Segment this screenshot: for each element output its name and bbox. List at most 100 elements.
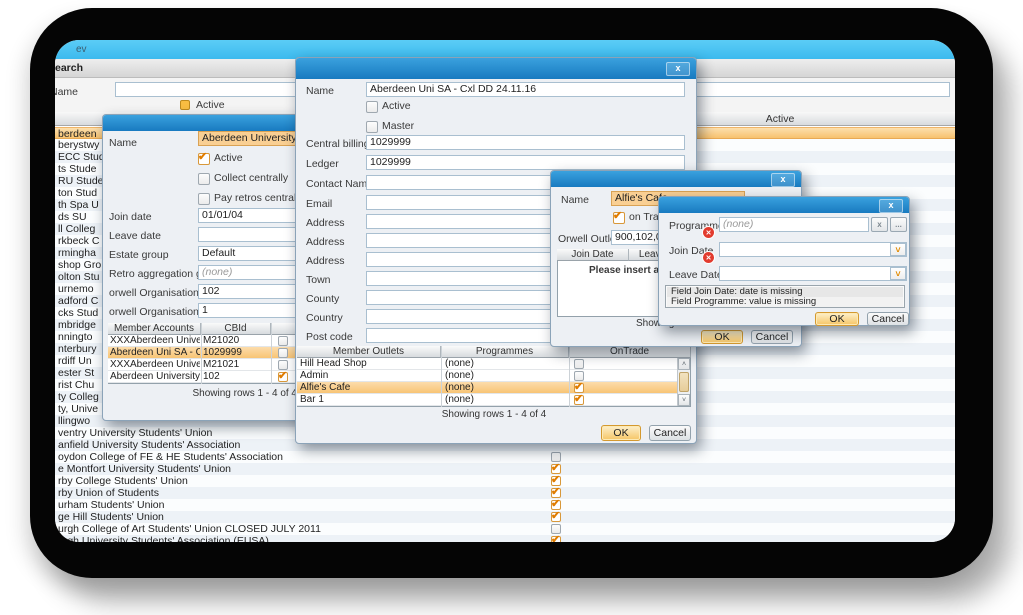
outlet-row[interactable]: Hill Head Shop(none) (297, 358, 677, 370)
column-header[interactable]: Member Accounts (108, 323, 201, 335)
scroll-down-icon[interactable]: ˅ (678, 394, 690, 406)
org-name-cell: ts Stude (58, 163, 97, 175)
org-name-cell: urham Students' Union (58, 499, 164, 511)
org-name-cell: shop Gro (58, 259, 101, 271)
cbid-cell: 1029999 (203, 347, 269, 359)
account-name-input[interactable]: Aberdeen Uni SA - Cxl DD 24.11.16 (366, 82, 685, 97)
master-checkbox[interactable] (278, 336, 288, 346)
programme-titlebar[interactable]: x (659, 197, 909, 213)
org-table-row[interactable]: ge Hill Students' Union (55, 511, 955, 523)
org-table-row[interactable]: urham Students' Union (55, 499, 955, 511)
org-name-cell: nterbury (58, 343, 97, 355)
error-icon: ✕ (703, 252, 714, 263)
leave-date-combo[interactable] (719, 266, 907, 281)
outlet-row[interactable]: Admin(none) (297, 370, 677, 382)
search-active-checkbox[interactable] (180, 100, 190, 110)
central-billing-id-input[interactable]: 1029999 (366, 135, 685, 150)
org-active-checkbox[interactable] (551, 536, 561, 542)
column-divider (271, 323, 272, 384)
orwell-org-id-label: orwell Organisation Id (109, 287, 211, 299)
name-label: Name (561, 194, 589, 206)
cbid-cell: M21020 (203, 335, 269, 347)
outlet-row[interactable]: Alfie's Cafe(none) (297, 382, 677, 394)
org-table-row[interactable]: urgh College of Art Students' Union CLOS… (55, 523, 955, 535)
org-name-cell: olton Stu (58, 271, 99, 283)
org-name-cell: ll Colleg (58, 223, 95, 235)
master-checkbox[interactable] (278, 372, 288, 382)
field-label: Address (306, 236, 345, 248)
ontrade-checkbox[interactable] (574, 359, 584, 369)
org-name-cell: rby Union of Students (58, 487, 159, 499)
cancel-button[interactable]: Cancel (751, 330, 793, 344)
org-name-cell: ester St (58, 367, 94, 379)
org-name-cell: RU Stude (58, 175, 104, 187)
column-header[interactable]: Member Outlets (297, 346, 441, 358)
join-date-column-header[interactable]: Join Date (557, 249, 629, 261)
browse-ellipsis-icon[interactable]: ... (890, 217, 907, 232)
join-date-combo[interactable] (719, 242, 907, 257)
account-name-cell: Aberdeen University Stude.. (110, 371, 200, 383)
column-header[interactable]: CBId (201, 323, 271, 335)
pay-retros-checkbox[interactable] (198, 193, 210, 205)
org-table-row[interactable]: e Montfort University Students' Union (55, 463, 955, 475)
on-trade-checkbox[interactable] (613, 212, 625, 224)
close-icon[interactable]: x (771, 173, 795, 187)
field-label: Ledger (306, 158, 339, 170)
orwell-outlet-label: Orwell Outlet (558, 233, 619, 245)
tab-label-fragment[interactable]: ev (76, 44, 87, 55)
master-checkbox-label: Master (382, 120, 414, 132)
org-name-cell: urgh College of Art Students' Union CLOS… (58, 523, 321, 535)
ok-button[interactable]: OK (701, 330, 743, 344)
column-header[interactable]: OnTrade (569, 346, 691, 358)
org-name-cell: ty, Unive (58, 403, 98, 415)
close-icon[interactable]: x (879, 199, 903, 213)
org-name-cell: th Spa U (58, 199, 99, 211)
chevron-down-icon[interactable]: ˅ (890, 267, 906, 280)
ok-button[interactable]: OK (601, 425, 641, 441)
error-icon: ✕ (703, 227, 714, 238)
leave-date-label: Leave date (109, 230, 161, 242)
org-table-row[interactable]: rby Union of Students (55, 487, 955, 499)
scroll-up-icon[interactable]: ˄ (678, 358, 690, 370)
rows-count-footer: Showing rows 1 - 4 of 4 (108, 388, 297, 399)
ontrade-checkbox[interactable] (574, 395, 584, 405)
programme-input[interactable]: (none) (719, 217, 869, 232)
org-name-cell: rkbeck C (58, 235, 99, 247)
org-active-checkbox[interactable] (551, 512, 561, 522)
active-checkbox[interactable] (366, 101, 378, 113)
device-frame: ev Search Name Active Active berdeenbery… (30, 8, 993, 578)
org-name-cell: cks Stud (58, 307, 98, 319)
clear-icon[interactable]: x (871, 217, 888, 232)
programmes-cell: (none) (445, 358, 565, 370)
member-account-titlebar[interactable]: x (296, 58, 696, 79)
org-table-row[interactable]: oydon College of FE & HE Students' Assoc… (55, 451, 955, 463)
table-scrollbar[interactable]: ˄ ˅ (677, 358, 690, 406)
org-name-cell: ge Hill Students' Union (58, 511, 164, 523)
rows-count-footer: Showing rows 1 - 4 of 4 (297, 409, 691, 420)
outlet-titlebar[interactable]: x (551, 171, 801, 187)
ok-button[interactable]: OK (815, 312, 859, 326)
ledger-input[interactable]: 1029999 (366, 155, 685, 170)
column-header[interactable]: Programmes (441, 346, 569, 358)
scrollbar-thumb[interactable] (679, 372, 689, 392)
estate-group-label: Estate group (109, 249, 169, 261)
outlet-name-cell: Admin (300, 370, 438, 382)
cancel-button[interactable]: Cancel (649, 425, 691, 441)
org-name-cell: oydon College of FE & HE Students' Assoc… (58, 451, 283, 463)
org-name-cell: urgh University Students' Association (E… (58, 535, 269, 542)
org-name-cell: rby College Students' Union (58, 475, 188, 487)
column-divider (569, 346, 570, 407)
search-active-label: Active (196, 99, 225, 111)
active-checkbox[interactable] (198, 153, 210, 165)
app-window: ev Search Name Active Active berdeenbery… (55, 40, 955, 542)
cancel-button[interactable]: Cancel (867, 312, 909, 326)
org-table-row[interactable]: rby College Students' Union (55, 475, 955, 487)
master-checkbox[interactable] (278, 348, 288, 358)
chevron-down-icon[interactable]: ˅ (890, 243, 906, 256)
collect-centrally-checkbox[interactable] (198, 173, 210, 185)
close-icon[interactable]: x (666, 62, 690, 76)
master-checkbox[interactable] (366, 121, 378, 133)
outlet-row[interactable]: Bar 1(none) (297, 394, 677, 406)
org-table-row[interactable]: urgh University Students' Association (E… (55, 535, 955, 542)
org-name-cell: urnemo (58, 283, 94, 295)
